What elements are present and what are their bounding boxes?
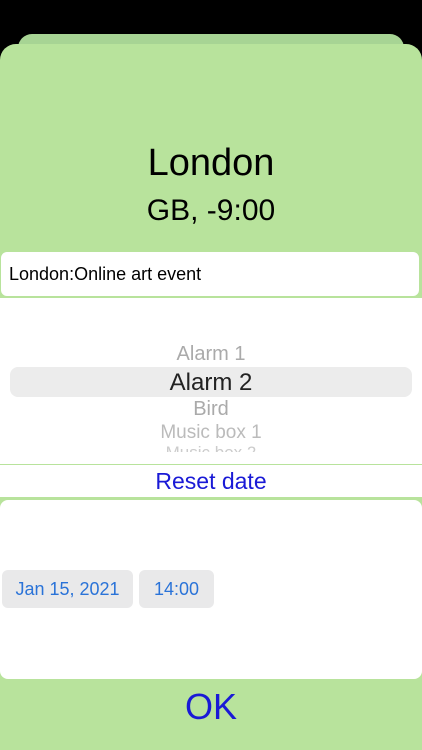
- sound-picker[interactable]: Alarm 1 Alarm 2 Bird Music box 1 Music b…: [0, 298, 422, 464]
- picker-option[interactable]: Music box 2: [0, 444, 422, 452]
- picker-option[interactable]: Alarm 1: [0, 343, 422, 366]
- picker-option-selected[interactable]: Alarm 2: [0, 369, 422, 397]
- time-chip[interactable]: 14:00: [139, 570, 214, 608]
- city-title: London: [147, 142, 275, 184]
- ok-button[interactable]: OK: [0, 684, 422, 730]
- reset-date-button[interactable]: Reset date: [0, 465, 422, 497]
- picker-option[interactable]: Music box 1: [0, 422, 422, 444]
- date-picker-panel: Jan 15, 2021 14:00: [0, 500, 422, 679]
- event-title-field[interactable]: London:Online art event: [1, 252, 419, 296]
- timezone-label: GB, -9:00: [146, 194, 276, 227]
- picker-option[interactable]: Bird: [0, 398, 422, 421]
- alarm-sheet: London GB, -9:00 London:Online art event…: [0, 44, 422, 750]
- date-chip[interactable]: Jan 15, 2021: [2, 570, 133, 608]
